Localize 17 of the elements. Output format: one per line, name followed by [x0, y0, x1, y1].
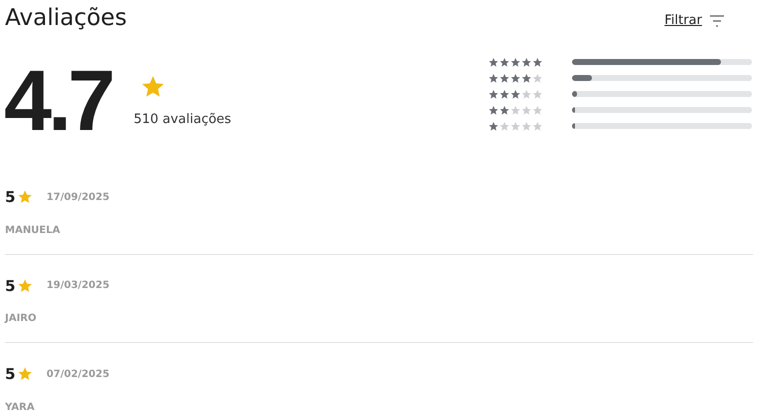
reviewer-name: YARA — [5, 400, 36, 412]
review-rating: 5 — [5, 187, 16, 208]
review-date: 17/09/2025 — [46, 190, 110, 205]
review-date: 07/02/2025 — [46, 368, 110, 382]
review-rating: 5 — [5, 364, 16, 385]
filter-icon — [710, 15, 724, 27]
review-rating: 5 — [5, 276, 16, 296]
average-score: 4.7 — [4, 58, 112, 144]
star-icon — [17, 278, 34, 294]
filter-button[interactable]: Filtrar — [664, 11, 724, 31]
review-count: 510 avaliações — [134, 111, 232, 129]
star-icon — [17, 366, 34, 382]
review-date: 19/03/2025 — [46, 279, 110, 294]
page-title: Avaliações — [5, 4, 127, 33]
reviewer-name: JAIRO — [5, 312, 38, 326]
reviewer-name: MANUELA — [5, 224, 62, 238]
star-icon — [17, 189, 34, 206]
